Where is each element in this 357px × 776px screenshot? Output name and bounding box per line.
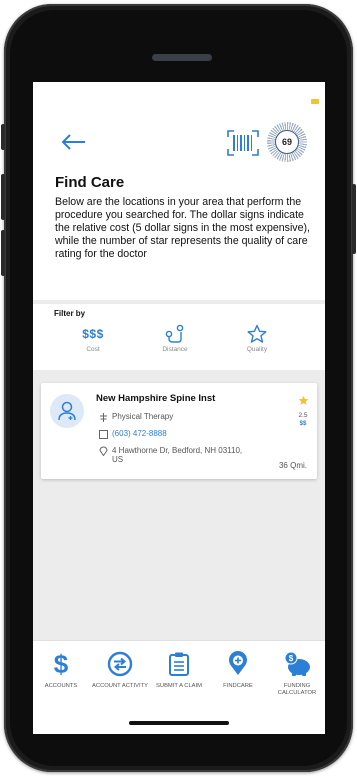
phone-icon — [98, 429, 108, 439]
phone-row[interactable]: (603) 472-8888 — [98, 429, 167, 439]
nav-find-care-label: Findcare — [223, 683, 253, 689]
page-description: Below are the locations in your area tha… — [55, 196, 310, 260]
nav-funding-calculator-label: Funding Calculator — [277, 683, 317, 696]
cost-level: $$ — [299, 421, 307, 427]
dollar-signs-icon: $$$ — [82, 327, 104, 341]
filter-distance-label: Distance — [162, 346, 188, 353]
filter-quality[interactable]: Quality — [227, 324, 287, 353]
mute-switch — [1, 124, 5, 150]
volume-up-button — [1, 174, 5, 220]
rating-block: 2.5 $$ — [296, 393, 310, 427]
filter-label: Filter by — [54, 309, 86, 318]
provider-name: New Hampshire Spine Inst — [96, 393, 216, 404]
provider-specialty: Physical Therapy — [112, 412, 174, 421]
piggy-bank-icon: $ — [269, 651, 325, 677]
address-row: 4 Hawthorne Dr, Bedford, NH 03110, US — [98, 446, 248, 464]
route-icon — [145, 324, 205, 344]
nav-find-care[interactable]: Findcare — [210, 651, 266, 690]
specialty-row: Physical Therapy — [98, 412, 173, 422]
home-indicator[interactable] — [129, 721, 229, 725]
nav-accounts-label: Accounts — [44, 683, 78, 689]
wellness-score-badge[interactable]: 69 — [267, 122, 307, 162]
provider-card[interactable]: New Hampshire Spine Inst Physical Therap… — [41, 383, 317, 479]
star-icon — [227, 324, 287, 344]
location-pin-icon — [98, 446, 108, 456]
filter-quality-label: Quality — [246, 346, 268, 353]
find-care-icon — [210, 651, 266, 677]
clipboard-icon — [151, 651, 207, 677]
provider-address: 4 Hawthorne Dr, Bedford, NH 03110, US — [112, 446, 243, 464]
bottom-nav: $ Accounts Account Activity — [33, 640, 325, 734]
back-arrow-icon[interactable] — [59, 132, 89, 152]
filter-distance[interactable]: Distance — [145, 324, 205, 353]
provider-distance: 36 Qmi. — [278, 461, 307, 470]
nav-account-activity[interactable]: Account Activity — [92, 651, 148, 690]
app-screen: 69 Find Care Below are the locations in … — [33, 82, 325, 734]
provider-phone[interactable]: (603) 472-8888 — [112, 429, 167, 438]
header: 69 Find Care Below are the locations in … — [33, 82, 325, 300]
power-button — [352, 184, 356, 254]
filter-cost-label: Cost — [86, 346, 100, 353]
page-title: Find Care — [55, 174, 125, 191]
svg-text:$: $ — [289, 654, 294, 663]
earpiece-speaker — [152, 54, 212, 61]
nav-submit-claim-label: Submit A Claim — [156, 683, 202, 689]
filter-bar: Filter by $$$ Cost Distance Quality — [33, 304, 325, 370]
nav-account-activity-label: Account Activity — [92, 683, 148, 689]
doctor-avatar-icon — [50, 394, 84, 428]
rating-star-icon — [298, 395, 308, 405]
nav-funding-calculator[interactable]: $ Funding Calculator — [269, 651, 325, 697]
account-activity-icon — [92, 651, 148, 677]
dollar-icon: $ — [53, 649, 69, 679]
battery-indicator — [311, 99, 319, 104]
score-value: 69 — [275, 130, 299, 154]
barcode-scan-icon[interactable] — [227, 130, 259, 156]
rating-value: 2.5 — [298, 412, 308, 419]
medical-icon — [98, 412, 108, 422]
volume-down-button — [1, 230, 5, 276]
nav-submit-claim[interactable]: Submit A Claim — [151, 651, 207, 690]
filter-cost[interactable]: $$$ Cost — [63, 324, 123, 353]
nav-accounts[interactable]: $ Accounts — [33, 651, 89, 690]
